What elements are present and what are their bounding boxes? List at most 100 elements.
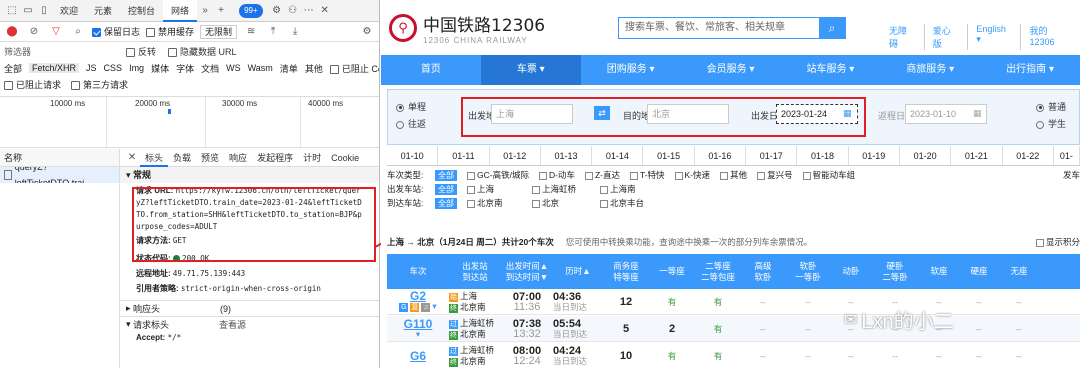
close-icon[interactable]: ✕ [317, 3, 333, 19]
record-icon[interactable]: ⬤ [4, 24, 20, 40]
response-headers-header[interactable]: ▸ 响应头 (9) [120, 300, 379, 316]
to-input[interactable]: 北京 [647, 104, 729, 124]
site-search-input[interactable]: 搜索车票、餐饮、常旅客、相关规章 [619, 18, 819, 38]
tab-payload[interactable]: 负载 [168, 149, 196, 167]
nav-home[interactable]: 首页 [381, 55, 481, 85]
type-option[interactable]: T-特快 [629, 169, 665, 181]
from-station-option[interactable]: 上海 [467, 183, 522, 195]
issues-badge[interactable]: 99+ [239, 3, 263, 18]
nav-guide[interactable]: 出行指南 ▾ [980, 55, 1080, 85]
third-party-checkbox[interactable]: 第三方请求 [71, 78, 128, 91]
normal-radio[interactable]: 普通 [1036, 100, 1066, 113]
view-source-link[interactable]: 查看源 [219, 318, 246, 331]
date-tab[interactable]: 01-16 [695, 146, 747, 165]
type-option[interactable]: D-动车 [538, 169, 575, 181]
student-radio[interactable]: 学生 [1036, 117, 1066, 130]
type-option[interactable]: 智能动车组 [802, 169, 855, 181]
to-station-option[interactable]: 北京丰台 [600, 197, 644, 209]
tab-preview[interactable]: 预览 [196, 149, 224, 167]
more-tabs-icon[interactable]: » [197, 3, 213, 19]
date-tab[interactable]: 01-13 [541, 146, 593, 165]
type-img[interactable]: Img [129, 63, 144, 73]
date-tab[interactable]: 01-18 [797, 146, 849, 165]
filter-input[interactable]: 筛选器 [4, 45, 114, 58]
train-number-link[interactable]: G6 [410, 350, 426, 362]
more-icon[interactable]: ⋯ [301, 3, 317, 19]
one-way-radio[interactable]: 单程 [396, 100, 426, 113]
type-manifest[interactable]: 清单 [280, 62, 298, 75]
tab-cookies[interactable]: Cookie [326, 149, 364, 167]
col-times[interactable]: 出发时间▲ 到达时间▼ [501, 254, 553, 289]
type-doc[interactable]: 文档 [201, 62, 219, 75]
type-all[interactable]: 全部 [4, 62, 22, 75]
type-js[interactable]: JS [86, 63, 97, 73]
to-station-option[interactable]: 北京南 [467, 197, 522, 209]
type-option[interactable]: 其他 [720, 169, 747, 181]
swap-icon[interactable]: ⇄ [594, 106, 610, 120]
general-section-header[interactable]: ▾ 常规 [120, 167, 379, 183]
type-media[interactable]: 媒体 [151, 62, 169, 75]
add-tab-icon[interactable]: + [213, 3, 229, 19]
calendar-icon[interactable]: ▦ [843, 108, 852, 119]
type-fetch-xhr[interactable]: Fetch/XHR [29, 63, 80, 73]
search-icon[interactable]: ⌕ [819, 18, 845, 38]
search-icon[interactable]: ⌕ [70, 24, 86, 40]
request-headers-header[interactable]: ▾ 请求标头 查看源 [120, 316, 379, 332]
nav-tickets[interactable]: 车票 ▾ [480, 55, 581, 85]
date-tab[interactable]: 01-11 [438, 146, 490, 165]
train-row[interactable]: G2 G 复 ♫ ▾ 始上海终北京南 07:00 11:36 04:36 当日到达 12 有… [387, 289, 1080, 315]
inspect-icon[interactable]: ⬚ [4, 3, 20, 19]
date-tab[interactable]: 01- [1054, 146, 1080, 165]
date-tab[interactable]: 01-14 [592, 146, 644, 165]
hide-data-urls-checkbox[interactable]: 隐藏数据 URL [168, 45, 237, 58]
import-icon[interactable]: ⤒ [265, 24, 281, 40]
date-tab[interactable]: 01-20 [900, 146, 952, 165]
tab-welcome[interactable]: 欢迎 [52, 0, 86, 22]
type-css[interactable]: CSS [104, 63, 123, 73]
expand-icon[interactable]: ▾ [432, 301, 436, 311]
clear-icon[interactable]: ⊘ [26, 24, 42, 40]
train-number-link[interactable]: G110 [404, 318, 433, 330]
date-tab[interactable]: 01-17 [746, 146, 798, 165]
link-accessibility[interactable]: 无障碍 [881, 24, 924, 50]
col-train[interactable]: 车次 [387, 254, 449, 289]
link-my-12306[interactable]: 我的12306 [1020, 24, 1080, 50]
date-tab[interactable]: 01-19 [849, 146, 900, 165]
link-care-version[interactable]: 爱心版 [923, 24, 968, 50]
type-option[interactable]: K-快速 [674, 169, 710, 181]
network-settings-icon[interactable]: ⚙ [359, 24, 375, 40]
type-other[interactable]: 其他 [305, 62, 323, 75]
sidebar-icon[interactable]: ▯ [36, 3, 52, 19]
link-english[interactable]: English ▾ [967, 24, 1020, 50]
timeline-overview[interactable]: 10000 ms 20000 ms 30000 ms 40000 ms [0, 96, 379, 149]
date-tab[interactable]: 01-12 [490, 146, 541, 165]
tab-headers[interactable]: 标头 [140, 149, 169, 167]
site-search[interactable]: 搜索车票、餐饮、常旅客、相关规章 ⌕ [618, 17, 846, 39]
name-column-header[interactable]: 名称 [0, 149, 119, 167]
tab-response[interactable]: 响应 [224, 149, 252, 167]
tab-timing[interactable]: 计时 [298, 149, 326, 167]
preserve-log-checkbox[interactable]: 保留日志 [92, 25, 140, 38]
type-wasm[interactable]: Wasm [248, 63, 273, 73]
tab-console[interactable]: 控制台 [120, 0, 163, 22]
tab-initiator[interactable]: 发起程序 [252, 149, 298, 167]
train-row[interactable]: G6 过上海虹桥终北京南 08:00 12:24 04:24 当日到达 10 有 有… [387, 343, 1080, 368]
round-trip-radio[interactable]: 往返 [396, 117, 426, 130]
expand-icon[interactable]: ▾ [416, 329, 420, 339]
from-all-button[interactable]: 全部 [435, 183, 457, 195]
date-tab[interactable]: 01-10 [387, 146, 439, 165]
device-icon[interactable]: ▭ [20, 3, 36, 19]
to-station-option[interactable]: 北京 [532, 197, 590, 209]
disable-cache-checkbox[interactable]: 禁用缓存 [146, 25, 194, 38]
calendar-icon[interactable]: ▦ [973, 108, 982, 119]
nav-member[interactable]: 会员服务 ▾ [681, 55, 781, 85]
nav-business[interactable]: 商旅服务 ▾ [880, 55, 980, 85]
col-duration[interactable]: 历时▲ [553, 254, 603, 289]
gear-icon[interactable]: ⚙ [269, 3, 285, 19]
profile-icon[interactable]: ⚇ [285, 3, 301, 19]
from-input[interactable]: 上海 [491, 104, 573, 124]
throttle-select[interactable]: 无限制 [200, 24, 238, 39]
nav-group[interactable]: 团购服务 ▾ [581, 55, 681, 85]
train-row[interactable]: G110 ▾ 过上海虹桥终北京南 07:38 13:32 05:54 当日到达 5 2… [387, 316, 1080, 342]
from-station-option[interactable]: 上海南 [600, 183, 636, 195]
